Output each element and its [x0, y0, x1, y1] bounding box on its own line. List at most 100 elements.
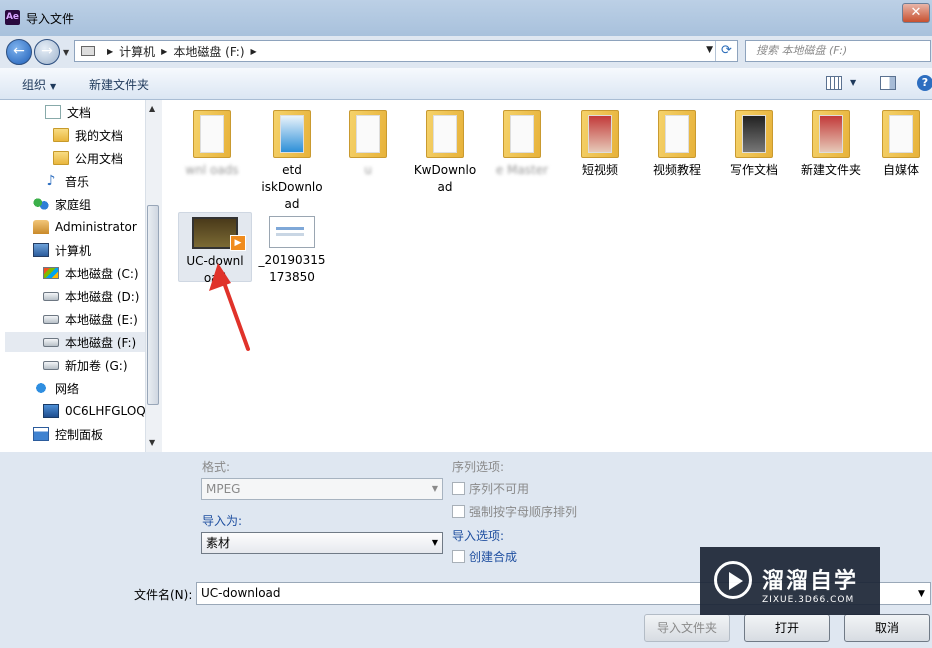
file-item[interactable]: 短视频	[562, 104, 638, 179]
file-item[interactable]: e Master	[484, 104, 560, 179]
chevron-down-icon: ▼	[50, 82, 57, 91]
view-icon[interactable]	[826, 76, 842, 90]
sidebar-item-computer[interactable]: 计算机	[33, 240, 91, 260]
sidebar-item-network-pc[interactable]: 0C6LHFGLOQ	[43, 401, 146, 421]
sidebar-item-drive-g[interactable]: 新加卷 (G:)	[43, 355, 128, 375]
file-item[interactable]: wnl oads	[174, 104, 250, 179]
toolbar: 组织 ▼ 新建文件夹 ▼ ?	[0, 68, 932, 100]
sidebar-item-label: 本地磁盘 (C:)	[65, 266, 139, 281]
file-item[interactable]: etd iskDownlo ad	[254, 104, 330, 213]
sidebar-item-label: 网络	[55, 381, 80, 396]
folder-icon	[53, 128, 69, 142]
scroll-up-icon[interactable]: ▲	[149, 104, 155, 113]
close-button[interactable]: ✕	[902, 3, 930, 23]
sidebar-item-my-documents[interactable]: 我的文档	[53, 125, 123, 145]
sidebar-item-network[interactable]: 网络	[33, 378, 79, 398]
search-input[interactable]: 搜索 本地磁盘 (F:)	[745, 40, 931, 62]
watermark-title: 溜溜自学	[762, 569, 859, 594]
folder-icon	[735, 110, 773, 158]
preview-pane-icon[interactable]	[880, 76, 896, 90]
folder-icon	[53, 151, 69, 165]
drive-icon	[43, 337, 59, 347]
file-item[interactable]: 自媒体	[870, 104, 932, 179]
breadcrumb-computer[interactable]: 计算机	[119, 43, 155, 60]
sidebar-item-label: 0C6LHFGLOQ	[65, 404, 146, 418]
chevron-down-icon: ▼	[431, 538, 438, 547]
back-button[interactable]: ←	[6, 39, 32, 65]
scroll-down-icon[interactable]: ▼	[149, 438, 155, 447]
sidebar-item-label: 控制面板	[55, 427, 104, 442]
sidebar-item-label: 本地磁盘 (D:)	[65, 289, 140, 304]
import-options-label: 导入选项:	[452, 529, 505, 543]
sidebar-item-administrator[interactable]: Administrator	[33, 217, 137, 237]
drive-icon	[43, 291, 59, 301]
folder-icon	[658, 110, 696, 158]
file-item[interactable]: 写作文档	[716, 104, 792, 179]
help-icon[interactable]: ?	[917, 75, 932, 91]
file-item[interactable]: _20190315 173850	[254, 212, 330, 286]
organize-button[interactable]: 组织 ▼	[22, 76, 56, 93]
chevron-right-icon[interactable]: ▶	[251, 47, 257, 56]
chevron-right-icon[interactable]: ▶	[107, 47, 113, 56]
sidebar-item-music[interactable]: ♪ 音乐	[43, 171, 89, 191]
sidebar-item-label: 计算机	[55, 243, 92, 258]
file-item[interactable]: 新建文件夹	[793, 104, 869, 179]
sidebar-item-label: 新加卷 (G:)	[65, 358, 128, 373]
sidebar-item-control-panel[interactable]: 控制面板	[33, 424, 103, 444]
sequence-checkbox-label: 序列不可用	[469, 482, 530, 496]
history-dropdown-icon[interactable]: ▼	[63, 48, 69, 57]
image-file-icon	[269, 216, 315, 248]
sidebar-item-drive-f[interactable]: 本地磁盘 (F:)	[5, 332, 145, 352]
drive-icon	[43, 360, 59, 370]
force-alphabetical-label: 强制按字母顺序排列	[469, 505, 578, 519]
title-bar: Ae 导入文件 ✕	[0, 0, 932, 36]
document-icon	[45, 105, 61, 119]
import-as-select[interactable]: 素材 ▼	[201, 532, 443, 554]
open-button[interactable]: 打开	[744, 614, 830, 642]
sidebar-item-label: 本地磁盘 (F:)	[65, 335, 137, 350]
refresh-icon[interactable]: ⟳	[715, 41, 737, 61]
file-item-selected[interactable]: ▶ UC-downl oad	[178, 212, 252, 285]
sidebar-item-label: 音乐	[65, 174, 90, 189]
address-dropdown-icon[interactable]: ▼	[706, 45, 713, 55]
sidebar-item-homegroup[interactable]: 家庭组	[33, 194, 91, 214]
sidebar-item-public-documents[interactable]: 公用文档	[53, 148, 123, 168]
file-item[interactable]: KwDownlo ad	[407, 104, 483, 196]
new-folder-button[interactable]: 新建文件夹	[89, 76, 149, 93]
sidebar-item-label: 家庭组	[55, 197, 92, 212]
sidebar-item-drive-c[interactable]: 本地磁盘 (C:)	[43, 263, 139, 283]
address-bar[interactable]: ▶ 计算机 ▶ 本地磁盘 (F:) ▶ ▼ ⟳	[74, 40, 738, 62]
sidebar-item-drive-d[interactable]: 本地磁盘 (D:)	[43, 286, 139, 306]
filename-label: 文件名(N):	[134, 588, 193, 602]
chevron-right-icon[interactable]: ▶	[161, 47, 167, 56]
file-label: 自媒体	[882, 163, 919, 177]
breadcrumb-drive-f[interactable]: 本地磁盘 (F:)	[173, 43, 244, 60]
sidebar-item-documents[interactable]: 文档	[45, 102, 91, 122]
window-title: 导入文件	[26, 12, 75, 26]
cancel-button[interactable]: 取消	[844, 614, 930, 642]
file-item[interactable]: u	[330, 104, 406, 179]
pc-icon	[43, 404, 59, 418]
file-label: 新建文件夹	[800, 163, 861, 177]
sequence-options-label: 序列选项:	[452, 460, 505, 474]
file-item[interactable]: 视频教程	[639, 104, 715, 179]
scrollbar-thumb[interactable]	[147, 205, 159, 405]
forward-button[interactable]: →	[34, 39, 60, 65]
sidebar-item-label: Administrator	[55, 220, 137, 234]
chevron-down-icon: ▼	[431, 484, 438, 493]
folder-icon	[349, 110, 387, 158]
file-label: UC-downl oad	[186, 254, 244, 285]
folder-icon	[426, 110, 464, 158]
file-label: u	[364, 163, 372, 177]
watermark: 溜溜自学 ZIXUE.3D66.COM	[700, 547, 880, 615]
chevron-down-icon[interactable]: ▼	[918, 589, 925, 599]
import-as-label: 导入为:	[202, 514, 243, 528]
checkbox-icon[interactable]	[452, 550, 465, 563]
folder-icon	[273, 110, 311, 158]
sidebar-item-label: 本地磁盘 (E:)	[65, 312, 138, 327]
folder-icon	[503, 110, 541, 158]
checkbox-icon	[452, 482, 465, 495]
sidebar-item-drive-e[interactable]: 本地磁盘 (E:)	[43, 309, 138, 329]
chevron-down-icon[interactable]: ▼	[850, 78, 856, 87]
create-composition-checkbox[interactable]: 创建合成	[452, 548, 517, 565]
